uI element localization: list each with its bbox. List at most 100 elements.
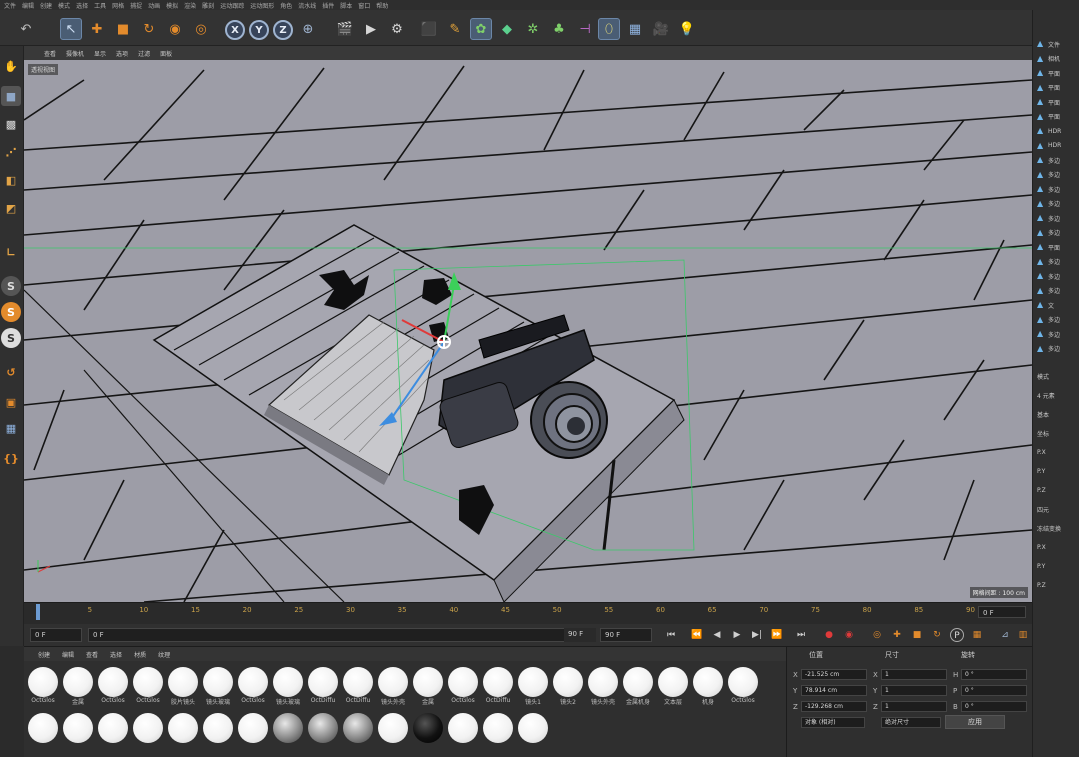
menu-item[interactable]: 角色	[280, 1, 292, 10]
material-swatch[interactable]: 镜头玻璃	[201, 665, 235, 709]
go-to-end-icon[interactable]: ⏭	[794, 628, 808, 642]
sculpt-icon[interactable]: ↺	[1, 362, 21, 382]
key-rotation-icon[interactable]: ↻	[930, 628, 944, 642]
object-list-item[interactable]: ▲ HDR	[1037, 140, 1079, 152]
menu-item[interactable]: 帮助	[376, 1, 388, 10]
render-view-icon[interactable]: 🎬	[334, 18, 356, 40]
material-swatch[interactable]	[201, 711, 235, 755]
menu-item[interactable]: 动画	[148, 1, 160, 10]
material-menu-item[interactable]: 创建	[38, 650, 50, 659]
mograph-icon[interactable]: ♣	[548, 18, 570, 40]
viewport-menu-item[interactable]: 选项	[116, 49, 128, 58]
key-pla-icon[interactable]: ▦	[970, 628, 984, 642]
pen-spline-icon[interactable]: ✎	[444, 18, 466, 40]
lock-workplane-icon[interactable]: ▣	[1, 392, 21, 412]
object-list-item[interactable]: ▲ 多边	[1037, 169, 1079, 181]
attribute-row[interactable]: P.Y	[1037, 465, 1079, 477]
x-axis-toggle[interactable]: X	[225, 20, 245, 40]
object-list-item[interactable]: ▲ 相机	[1037, 53, 1079, 65]
viewport-menu-item[interactable]: 摄像机	[66, 49, 84, 58]
scheme-icon[interactable]: ▥	[1016, 628, 1030, 642]
rot-h-field[interactable]: 0 °	[961, 669, 1027, 680]
menu-item[interactable]: 模式	[58, 1, 70, 10]
object-list-item[interactable]: ▲ 平面	[1037, 82, 1079, 94]
max-frame-field[interactable]: 90 F	[600, 628, 652, 642]
material-swatch[interactable]: OctGlos	[446, 665, 480, 709]
object-list-item[interactable]: ▲ 文	[1037, 299, 1079, 311]
object-list-item[interactable]: ▲ 多边	[1037, 256, 1079, 268]
material-swatch[interactable]	[411, 711, 445, 755]
recent-tool-icon[interactable]: ◎	[190, 18, 212, 40]
next-key-icon[interactable]: ⏩	[770, 628, 784, 642]
material-swatch[interactable]	[516, 711, 550, 755]
attribute-row[interactable]: 4 元素	[1037, 389, 1079, 401]
axis-mode-icon[interactable]: ∟	[1, 242, 21, 262]
size-z-field[interactable]: 1	[881, 701, 947, 712]
material-menu-item[interactable]: 编辑	[62, 650, 74, 659]
material-menu-item[interactable]: 纹理	[158, 650, 170, 659]
material-swatch[interactable]	[61, 711, 95, 755]
scale-tool-icon[interactable]: ■	[112, 18, 134, 40]
move-tool-icon[interactable]: ✚	[86, 18, 108, 40]
material-swatch[interactable]: 镜头2	[551, 665, 585, 709]
menu-item[interactable]: 选择	[76, 1, 88, 10]
keyframe-selection-icon[interactable]: ◎	[870, 628, 884, 642]
timeline-end-field[interactable]: 0 F	[978, 606, 1026, 618]
menu-item[interactable]: 窗口	[358, 1, 370, 10]
material-swatch[interactable]: OctGlos	[236, 665, 270, 709]
object-list-item[interactable]: ▲ 平面	[1037, 241, 1079, 253]
material-swatch[interactable]: 镜头外壳	[376, 665, 410, 709]
make-editable-icon[interactable]: ✋	[1, 56, 21, 76]
timeline-ruler[interactable]: 051015202530354045505560657075808590	[24, 602, 1032, 624]
material-swatch[interactable]	[166, 711, 200, 755]
object-list-item[interactable]: ▲ 平面	[1037, 96, 1079, 108]
live-select-icon[interactable]: ◉	[164, 18, 186, 40]
timeline-icon[interactable]: {}	[1, 448, 21, 468]
object-list-item[interactable]: ▲ 多边	[1037, 198, 1079, 210]
material-swatch[interactable]: OctGlos	[131, 665, 165, 709]
menu-item[interactable]: 脚本	[340, 1, 352, 10]
material-swatch[interactable]	[481, 711, 515, 755]
object-list-item[interactable]: ▲ 多边	[1037, 314, 1079, 326]
object-list-item[interactable]: ▲ 多边	[1037, 212, 1079, 224]
record-icon[interactable]: ●	[822, 628, 836, 642]
auto-key-icon[interactable]: ◉	[842, 628, 856, 642]
material-swatch[interactable]: 文本层	[656, 665, 690, 709]
motion-clip-icon[interactable]: ⊿	[998, 628, 1012, 642]
material-swatch[interactable]: OctGlos	[96, 665, 130, 709]
edges-mode-icon[interactable]: ◧	[1, 170, 21, 190]
coord-mode-dropdown[interactable]: 对象 (相对)	[801, 717, 865, 728]
y-axis-toggle[interactable]: Y	[249, 20, 269, 40]
attribute-row[interactable]: 模式	[1037, 370, 1079, 382]
current-frame-field[interactable]: 0 F	[88, 628, 568, 642]
material-swatch[interactable]	[271, 711, 305, 755]
key-scale-icon[interactable]: ■	[910, 628, 924, 642]
object-list-item[interactable]: ▲ HDR	[1037, 125, 1079, 137]
material-swatch[interactable]: 镜头外壳	[586, 665, 620, 709]
attribute-row[interactable]: 冻结变换	[1037, 522, 1079, 534]
pos-z-field[interactable]: -129.268 cm	[801, 701, 867, 712]
undo-icon[interactable]: ↶	[4, 18, 48, 40]
menu-item[interactable]: 插件	[322, 1, 334, 10]
extrude-icon[interactable]: ◆	[496, 18, 518, 40]
points-mode-icon[interactable]: ⋰	[1, 142, 21, 162]
material-swatch[interactable]: OctDiffu	[341, 665, 375, 709]
material-menu-item[interactable]: 材质	[134, 650, 146, 659]
key-position-icon[interactable]: ✚	[890, 628, 904, 642]
pos-y-field[interactable]: 78.914 cm	[801, 685, 867, 696]
workplane-icon[interactable]: ▦	[1, 418, 21, 438]
viewport-menu-item[interactable]: 显示	[94, 49, 106, 58]
material-swatch[interactable]	[341, 711, 375, 755]
menu-item[interactable]: 捕捉	[130, 1, 142, 10]
menu-item[interactable]: 雕刻	[202, 1, 214, 10]
material-swatch[interactable]	[376, 711, 410, 755]
attribute-row[interactable]: 基本	[1037, 408, 1079, 420]
object-list-item[interactable]: ▲ 多边	[1037, 343, 1079, 355]
size-x-field[interactable]: 1	[881, 669, 947, 680]
polygons-mode-icon[interactable]: ◩	[1, 198, 21, 218]
go-to-start-icon[interactable]: ⏮	[664, 628, 678, 642]
material-swatch[interactable]: 胶片镜头	[166, 665, 200, 709]
rot-p-field[interactable]: 0 °	[961, 685, 1027, 696]
next-frame-icon[interactable]: ▶|	[750, 628, 764, 642]
object-list-item[interactable]: ▲ 平面	[1037, 67, 1079, 79]
